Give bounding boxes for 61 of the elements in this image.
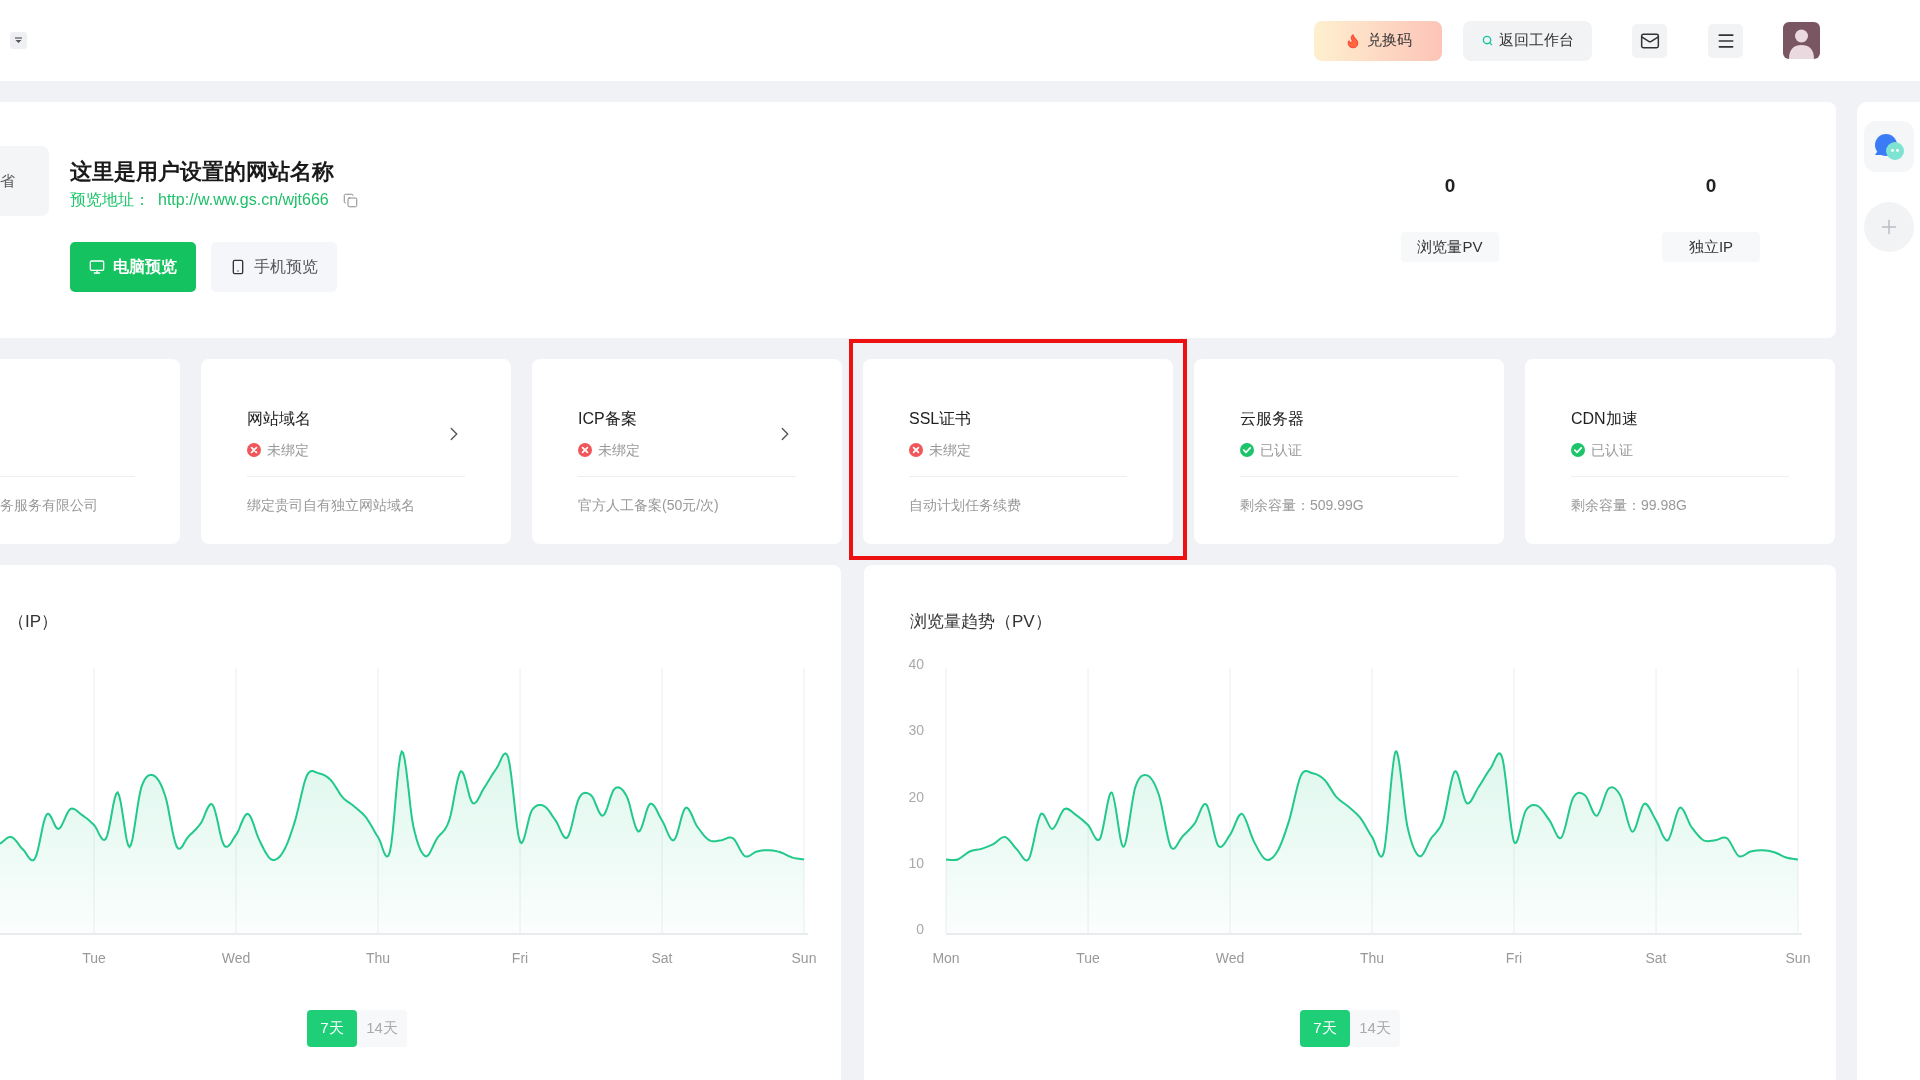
x-axis-label: Sun (1785, 950, 1811, 966)
status-text: 已认证 (1260, 441, 1302, 460)
x-axis-label: Thu (365, 950, 391, 966)
desktop-preview-button[interactable]: 电脑预览 (70, 242, 196, 292)
site-name: 这里是用户设置的网站名称 (70, 158, 334, 186)
redeem-button[interactable]: 兑换码 (1314, 20, 1442, 61)
x-axis-label: Wed (221, 950, 251, 966)
x-axis-label: Sat (1645, 950, 1667, 966)
mobile-preview-button[interactable]: 手机预览 (211, 242, 337, 292)
search-icon (1481, 35, 1493, 46)
range-tab[interactable]: 7天 (1300, 1010, 1350, 1047)
stat-label: 独立IP (1662, 232, 1760, 262)
stat-value: 0 (1705, 174, 1717, 198)
x-axis-label: Fri (511, 950, 529, 966)
logo-text: 省 (0, 170, 15, 191)
preview-label: 预览地址： (70, 190, 150, 210)
x-axis-label: Sat (651, 950, 673, 966)
mail-button[interactable] (1632, 23, 1667, 58)
stat-label: 浏览量PV (1401, 232, 1499, 262)
y-axis-label: 30 (908, 722, 924, 739)
y-axis-label: 0 (916, 921, 924, 937)
status-text: 未绑定 (598, 441, 640, 460)
status-text: 已认证 (1591, 441, 1633, 460)
y-axis-label: 20 (908, 788, 924, 805)
menu-button[interactable] (1708, 23, 1743, 58)
card-title: 网站域名 (247, 409, 311, 429)
x-axis-label: Tue (82, 950, 106, 966)
phone-icon (230, 259, 246, 275)
monitor-icon (89, 259, 105, 275)
workbench-button[interactable]: 返回工作台 (1463, 20, 1592, 61)
chart-title: （IP） (7, 611, 59, 633)
card-title: CDN加速 (1571, 409, 1638, 429)
stat-value: 0 (1444, 174, 1456, 198)
card-description: 务服务有限公司 (0, 496, 98, 515)
card-description: 官方人工备案(50元/次) (578, 496, 719, 515)
range-tab[interactable]: 14天 (1350, 1010, 1400, 1047)
x-axis-label: Sun (791, 950, 817, 966)
x-axis-label: Tue (1076, 950, 1100, 966)
chart-title: 浏览量趋势（PV） (909, 611, 1052, 633)
card-title: 云服务器 (1240, 409, 1304, 429)
avatar-icon[interactable] (1783, 22, 1820, 59)
y-axis-label: 40 (908, 656, 924, 672)
range-tab[interactable]: 14天 (357, 1010, 407, 1047)
y-axis-label: 10 (908, 854, 924, 871)
card-description: 绑定贵司自有独立网站域名 (247, 496, 415, 515)
x-axis-label: Mon (932, 950, 960, 966)
card-description: 自动计划任务续费 (909, 496, 1021, 515)
caret-down-icon[interactable] (10, 32, 27, 49)
range-tab[interactable]: 7天 (307, 1010, 357, 1047)
x-axis-label: Wed (1215, 950, 1245, 966)
preview-link[interactable]: http://w.ww.gs.cn/wjt666 (158, 188, 329, 212)
x-axis-label: Thu (1359, 950, 1385, 966)
card-title: ICP备案 (578, 409, 637, 429)
card-title: SSL证书 (909, 409, 972, 429)
status-text: 未绑定 (929, 441, 971, 460)
status-text: 未绑定 (267, 441, 309, 460)
card-description: 剩余容量：509.99G (1240, 496, 1364, 515)
card-description: 剩余容量：99.98G (1571, 496, 1687, 515)
x-axis-label: Fri (1505, 950, 1523, 966)
chat-button[interactable] (1863, 121, 1914, 172)
chat-bubbles-icon (1873, 133, 1904, 160)
